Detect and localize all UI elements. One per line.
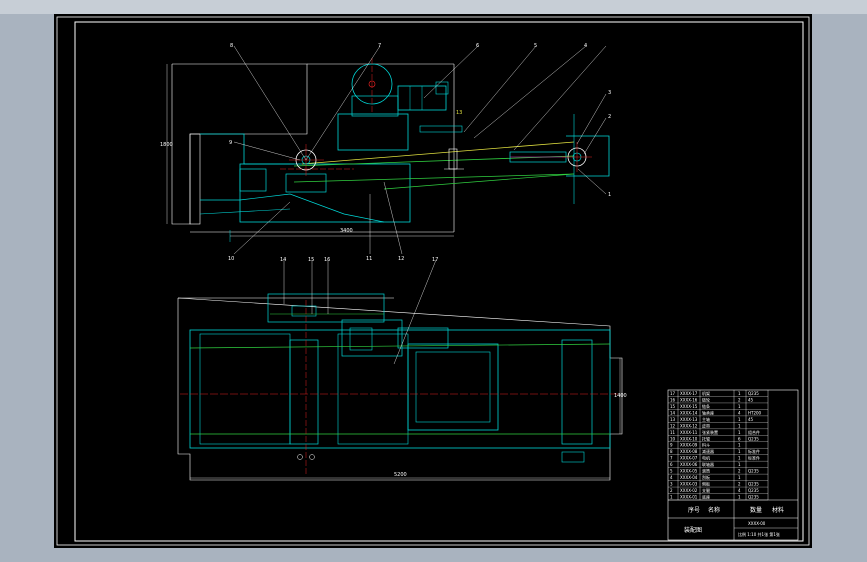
elevation-dim-length: 3400 <box>340 228 353 234</box>
title-block-cell-name: 张紧装置 <box>702 429 718 435</box>
title-block-cell-code: XXXX-05 <box>680 469 698 474</box>
title-block-cell-code: XXXX-07 <box>680 456 698 461</box>
elevation-view: 3400 1800 <box>160 45 610 255</box>
title-block-cell-mat: 组合件 <box>748 429 760 435</box>
elevation-dim-height: 1800 <box>160 142 173 148</box>
callout-17: 17 <box>432 257 438 263</box>
callout-2: 2 <box>608 114 611 120</box>
title-block-cell-name: 链轮 <box>702 396 710 402</box>
title-block-cell-code: XXXX-12 <box>680 423 698 428</box>
title-block-cell-name: 机架 <box>702 390 710 396</box>
title-block-cell-code: XXXX-06 <box>680 462 698 467</box>
title-block-cell-code: XXXX-09 <box>680 443 698 448</box>
title-block-cell-no: 10 <box>670 436 676 441</box>
title-block-header-name: 名称 <box>708 506 720 514</box>
title-block-cell-mat: Q235 <box>748 391 759 396</box>
callout-13: 13 <box>456 110 462 116</box>
callout-7: 7 <box>378 43 381 49</box>
title-block-cell-name: 皮带 <box>702 422 710 428</box>
title-block-cell-code: XXXX-01 <box>680 495 698 500</box>
title-block-cell-name: 刮板 <box>702 474 710 480</box>
title-block-cell-name: 减速器 <box>702 448 714 454</box>
callout-14: 14 <box>280 257 286 263</box>
callout-6: 6 <box>476 43 479 49</box>
title-block-cell-code: XXXX-17 <box>680 391 698 396</box>
callout-4: 4 <box>584 43 587 49</box>
title-block-cell-name: 滚筒 <box>702 468 710 474</box>
title-block-cell-name: 轴承座 <box>702 409 714 415</box>
title-block-cell-no: 14 <box>670 410 676 415</box>
callout-16: 16 <box>324 257 330 263</box>
callout-9: 9 <box>229 140 232 146</box>
title-block-cell-no: 11 <box>670 430 676 435</box>
title-block-cell-mat: HT200 <box>748 410 762 415</box>
title-block-cell-no: 16 <box>670 397 676 402</box>
title-block-cell-mat: 45 <box>748 397 754 402</box>
title-block-cell-mat: Q235 <box>748 482 759 487</box>
title-block-cell-code: XXXX-04 <box>680 475 698 480</box>
title-block-cell-code: XXXX-13 <box>680 417 698 422</box>
title-block-cell-name: 链条 <box>702 403 710 409</box>
title-block-cell-name: 托辊 <box>702 435 710 441</box>
callout-15: 15 <box>308 257 314 263</box>
title-block-cell-no: 17 <box>670 391 676 396</box>
callout-11: 11 <box>366 256 372 262</box>
title-block-cell-code: XXXX-16 <box>680 397 698 402</box>
title-block-cell-no: 12 <box>670 423 676 428</box>
scale-line: 比例 1:10 共1张 第1张 <box>738 531 780 537</box>
title-block-header-no: 序号 <box>688 506 700 514</box>
title-block-cell-no: 15 <box>670 404 676 409</box>
callout-10: 10 <box>228 256 234 262</box>
callout-12: 12 <box>398 256 404 262</box>
title-block-cell-name: 主轴 <box>702 416 710 422</box>
title-block-cell-mat: 45 <box>748 417 754 422</box>
drawing-code: XXXX-00 <box>748 521 766 526</box>
drawing-title: 装配图 <box>684 526 702 534</box>
title-block-cell-mat: Q235 <box>748 495 759 500</box>
title-block-cell-mat: 标准件 <box>748 448 760 454</box>
callout-8: 8 <box>230 43 233 49</box>
title-block-cell-code: XXXX-10 <box>680 436 698 441</box>
title-block-cell-mat: 标准件 <box>748 455 760 461</box>
window-top-strip <box>0 0 867 14</box>
title-block-cell-name: 料斗 <box>702 442 710 448</box>
title-block-cell-no: 13 <box>670 417 676 422</box>
title-block-cell-mat: Q235 <box>748 436 759 441</box>
callout-5: 5 <box>534 43 537 49</box>
plan-view: 5200 1400 <box>177 259 627 481</box>
title-block-cell-name: 联轴器 <box>702 461 714 467</box>
callout-3: 3 <box>608 90 611 96</box>
title-block-cell-name: 支腿 <box>702 487 710 493</box>
plan-dim-length: 5200 <box>394 472 407 478</box>
title-block-cell-code: XXXX-14 <box>680 410 698 415</box>
title-block-cell-mat: Q235 <box>748 488 759 493</box>
callout-1: 1 <box>608 192 611 198</box>
plan-dim-width: 1400 <box>614 393 627 399</box>
title-block-cell-code: XXXX-08 <box>680 449 698 454</box>
cad-drawing-sheet[interactable]: 3400 1800 8 7 6 5 4 3 2 1 9 10 11 12 13 <box>54 14 812 548</box>
title-block-cell-name: 电机 <box>702 455 710 461</box>
title-block-cell-name: 侧板 <box>702 481 710 487</box>
title-block-cell-code: XXXX-11 <box>680 430 698 435</box>
title-block-cell-name: 底座 <box>702 494 710 500</box>
title-block-header-mat: 材料 <box>772 506 784 514</box>
title-block-cell-code: XXXX-02 <box>680 488 698 493</box>
title-block-cell-mat: Q235 <box>748 469 759 474</box>
title-block-cell-code: XXXX-15 <box>680 404 698 409</box>
drawing-canvas: 3400 1800 8 7 6 5 4 3 2 1 9 10 11 12 13 <box>56 16 810 546</box>
title-block-cell-code: XXXX-03 <box>680 482 698 487</box>
title-block-header-qty: 数量 <box>750 506 762 514</box>
